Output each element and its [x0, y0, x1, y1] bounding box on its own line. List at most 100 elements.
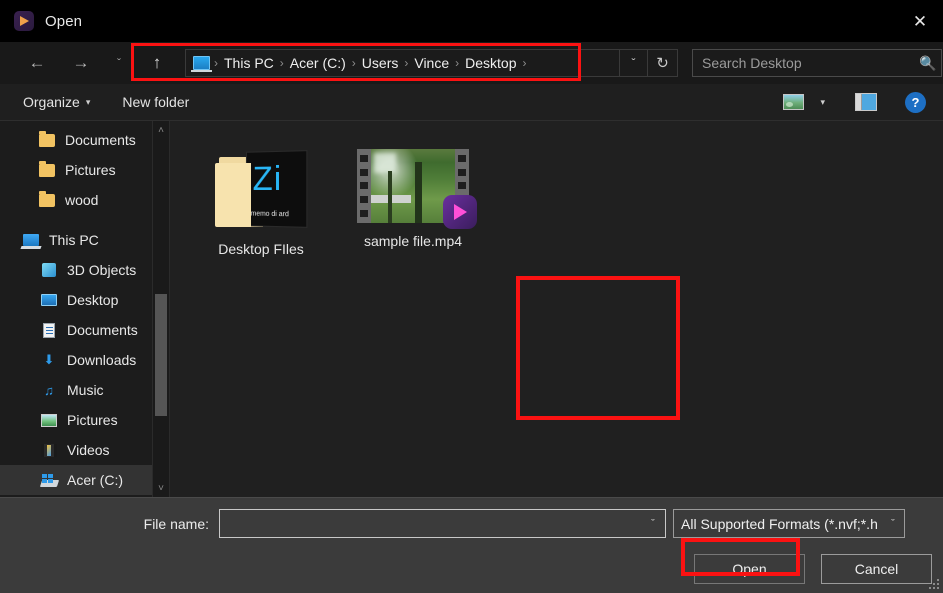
folder-icon — [38, 161, 56, 179]
file-item-label: sample file.mp4 — [364, 233, 462, 249]
file-item-label: Desktop FIles — [218, 241, 304, 257]
sidebar-item-label: wood — [65, 192, 98, 208]
video-thumbnail-icon — [357, 149, 469, 223]
open-file-dialog: Open ✕ ← → ˇ ↑ › This PC › Acer (C:) › U… — [0, 0, 943, 593]
this-pc-icon — [193, 56, 210, 70]
help-button[interactable]: ? — [905, 92, 926, 113]
scrollbar-thumb[interactable] — [155, 294, 167, 416]
drive-icon — [40, 471, 58, 489]
cancel-button[interactable]: Cancel — [821, 554, 932, 584]
title-bar: Open ✕ — [0, 0, 943, 42]
folder-thumb-text: Zi — [253, 160, 283, 199]
open-button[interactable]: Open — [694, 554, 805, 584]
sidebar-item-music[interactable]: ♫ Music — [0, 375, 169, 405]
picture-view-icon[interactable] — [783, 94, 804, 110]
organize-button[interactable]: Organize ▾ — [16, 89, 97, 115]
search-input[interactable] — [693, 55, 915, 71]
chevron-down-icon[interactable]: ˇ — [619, 49, 647, 77]
folder-icon — [38, 191, 56, 209]
sidebar-item-this-pc[interactable]: This PC — [0, 225, 169, 255]
3d-objects-icon — [40, 261, 58, 279]
sidebar-item-label: Documents — [67, 322, 138, 338]
sidebar-item-pictures-quick[interactable]: Pictures — [0, 155, 169, 185]
sidebar-item-documents-quick[interactable]: Documents — [0, 125, 169, 155]
pictures-icon — [40, 411, 58, 429]
navigation-bar: ← → ˇ ↑ › This PC › Acer (C:) › Users › … — [0, 42, 943, 84]
sidebar-item-wood[interactable]: wood — [0, 185, 169, 215]
videos-icon — [40, 441, 58, 459]
folder-icon — [38, 131, 56, 149]
desktop-icon — [40, 291, 58, 309]
sidebar-item-3d-objects[interactable]: 3D Objects — [0, 255, 169, 285]
command-bar-right: ▾ ? — [783, 92, 943, 113]
sidebar-item-label: This PC — [49, 232, 99, 248]
breadcrumb-separator: › — [522, 56, 528, 70]
new-folder-button[interactable]: New folder — [115, 89, 196, 115]
file-name-combobox[interactable]: ˇ — [219, 509, 666, 538]
sidebar-item-label: Pictures — [67, 412, 118, 428]
sidebar-item-label: 3D Objects — [67, 262, 136, 278]
media-player-icon — [14, 11, 34, 31]
sidebar-item-acer-c[interactable]: Acer (C:) — [0, 465, 169, 495]
documents-icon — [40, 321, 58, 339]
navigation-pane: Documents Pictures wood This PC 3 — [0, 121, 170, 497]
file-name-row: File name: ˇ All Supported Formats (*.nv… — [0, 498, 943, 538]
breadcrumb-users[interactable]: Users — [357, 55, 404, 71]
sidebar-item-videos[interactable]: Videos — [0, 435, 169, 465]
sidebar-item-label: Music — [67, 382, 104, 398]
resize-grip[interactable] — [928, 578, 940, 590]
recent-locations-icon[interactable]: ˇ — [104, 48, 134, 78]
preview-pane-icon[interactable] — [855, 93, 877, 111]
chevron-down-icon[interactable]: ˇ — [882, 518, 904, 530]
sidebar-group-spacer — [0, 215, 169, 225]
selected-file-highlight — [516, 276, 680, 420]
chevron-down-icon[interactable]: ▾ — [820, 97, 825, 108]
up-button[interactable]: ↑ — [142, 48, 172, 78]
music-icon: ♫ — [40, 381, 58, 399]
dialog-body: Documents Pictures wood This PC 3 — [0, 121, 943, 497]
address-bar[interactable]: › This PC › Acer (C:) › Users › Vince › … — [185, 49, 648, 77]
sidebar-item-label: Acer (C:) — [67, 472, 123, 488]
command-bar: Organize ▾ New folder ▾ ? — [0, 84, 943, 121]
sidebar-item-label: Desktop — [67, 292, 118, 308]
chevron-down-icon: ▾ — [86, 97, 91, 108]
sidebar-item-label: Videos — [67, 442, 110, 458]
folder-thumbnail-icon: Zi memo di ard Zi memo di ard — [215, 149, 307, 231]
file-name-input[interactable] — [220, 516, 641, 532]
file-items: Zi memo di ard Zi memo di ard Desktop FI… — [196, 143, 943, 257]
sidebar-item-label: Documents — [65, 132, 136, 148]
forward-button[interactable]: → — [66, 48, 96, 78]
sidebar-item-pictures[interactable]: Pictures — [0, 405, 169, 435]
play-badge-icon — [443, 195, 477, 229]
sidebar-item-downloads[interactable]: ⬇ Downloads — [0, 345, 169, 375]
refresh-icon[interactable]: ↻ — [648, 49, 678, 77]
file-item-video[interactable]: sample file.mp4 — [348, 143, 478, 257]
breadcrumb-acer-c[interactable]: Acer (C:) — [285, 55, 351, 71]
file-list-pane[interactable]: Zi memo di ard Zi memo di ard Desktop FI… — [170, 121, 943, 497]
back-button[interactable]: ← — [22, 48, 52, 78]
scroll-down-icon[interactable]: ˅ — [153, 479, 169, 497]
file-item-folder[interactable]: Zi memo di ard Zi memo di ard Desktop FI… — [196, 143, 326, 257]
close-icon[interactable]: ✕ — [897, 0, 943, 42]
search-box[interactable]: 🔍 — [692, 49, 942, 77]
breadcrumb-desktop[interactable]: Desktop — [460, 55, 521, 71]
sidebar-item-desktop[interactable]: Desktop — [0, 285, 169, 315]
sidebar-list: Documents Pictures wood This PC 3 — [0, 121, 169, 495]
breadcrumb-this-pc[interactable]: This PC — [219, 55, 279, 71]
dialog-footer: File name: ˇ All Supported Formats (*.nv… — [0, 497, 943, 593]
scroll-up-icon[interactable]: ˄ — [153, 121, 169, 139]
breadcrumb-vince[interactable]: Vince — [409, 55, 454, 71]
file-name-label: File name: — [0, 516, 219, 532]
organize-label: Organize — [23, 94, 80, 110]
dialog-buttons: Open Cancel — [0, 538, 943, 584]
chevron-down-icon[interactable]: ˇ — [641, 518, 665, 530]
sidebar-item-documents[interactable]: Documents — [0, 315, 169, 345]
scrollbar-track[interactable] — [153, 139, 169, 479]
window-title: Open — [45, 13, 82, 30]
file-type-value: All Supported Formats (*.nvf;*.h — [674, 516, 882, 532]
sidebar-scrollbar[interactable]: ˄ ˅ — [152, 121, 169, 497]
folder-thumb-caption: memo di ard — [251, 211, 289, 219]
file-type-dropdown[interactable]: All Supported Formats (*.nvf;*.h ˇ — [673, 509, 905, 538]
search-icon[interactable]: 🔍 — [915, 55, 941, 72]
downloads-icon: ⬇ — [40, 351, 58, 369]
